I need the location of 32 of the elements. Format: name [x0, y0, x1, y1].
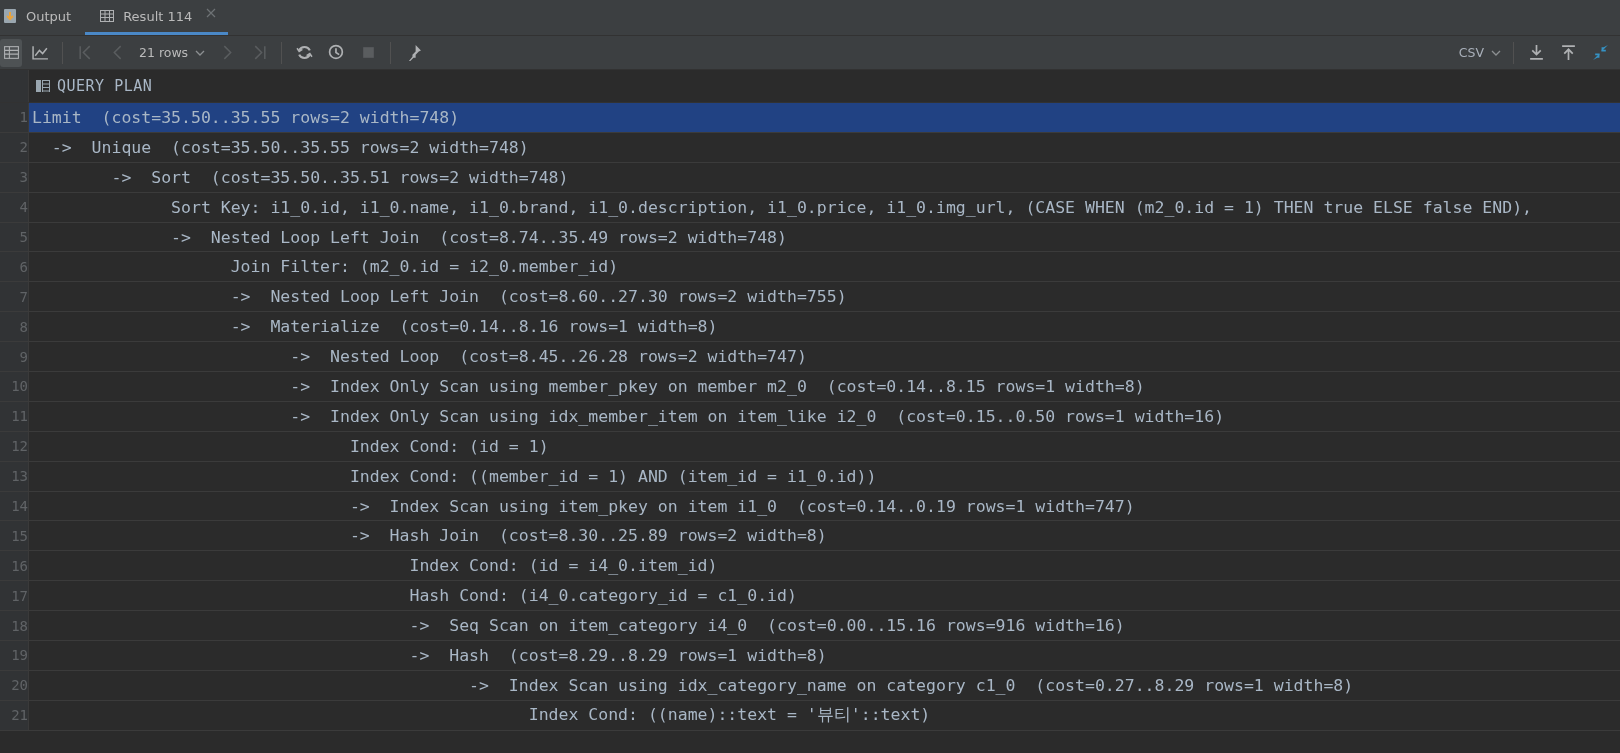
table-cell[interactable]: Sort Key: i1_0.id, i1_0.name, i1_0.brand, i1_0.description, i1_0.price, i1_0.img_url, (CASE WHEN (m2_0.id = 1) THEN true ELSE false END),	[29, 192, 1620, 222]
close-icon[interactable]	[206, 8, 217, 18]
table-cell[interactable]: Index Cond: (id = i4_0.item_id)	[29, 551, 1620, 581]
table-cell[interactable]: -> Unique (cost=35.50..35.55 rows=2 width=748)	[29, 132, 1620, 162]
table-cell[interactable]: -> Index Scan using idx_category_name on category c1_0 (cost=0.27..8.29 rows=1 width=8)	[29, 670, 1620, 700]
table-cell[interactable]: Index Cond: ((member_id = 1) AND (item_id = i1_0.id))	[29, 461, 1620, 491]
output-icon	[2, 8, 18, 24]
table-cell[interactable]: -> Hash (cost=8.29..8.29 rows=1 width=8)	[29, 641, 1620, 670]
table-cell[interactable]: Index Cond: (id = 1)	[29, 431, 1620, 461]
table-cell[interactable]: Limit (cost=35.50..35.55 rows=2 width=748)	[29, 103, 1620, 132]
table-cell[interactable]: -> Sort (cost=35.50..35.51 rows=2 width=748)	[29, 162, 1620, 192]
table-cell[interactable]: -> Seq Scan on item_category i4_0 (cost=0.00..15.16 rows=916 width=16)	[29, 611, 1620, 641]
table-icon	[99, 8, 116, 24]
table-cell[interactable]: -> Nested Loop Left Join (cost=8.60..27.30 rows=2 width=755)	[29, 282, 1620, 312]
table-cell[interactable]: Join Filter: (m2_0.id = i2_0.member_id)	[29, 252, 1620, 282]
caret-icon	[1491, 49, 1501, 56]
table-cell[interactable]: -> Nested Loop (cost=8.45..26.28 rows=2 width=747)	[29, 342, 1620, 371]
format-dropdown[interactable]: CSV	[1452, 40, 1507, 65]
table-cell[interactable]: -> Hash Join (cost=8.30..25.89 rows=2 width=8)	[29, 521, 1620, 551]
table-cell[interactable]: -> Nested Loop Left Join (cost=8.74..35.49 rows=2 width=748)	[29, 222, 1620, 252]
column-icon	[35, 78, 51, 94]
table-cell[interactable]: -> Index Scan using item_pkey on item i1_0 (cost=0.14..0.19 rows=1 width=747)	[29, 491, 1620, 521]
table-view-icon[interactable]	[0, 38, 22, 67]
rows-dropdown[interactable]: 21 rows	[133, 40, 212, 65]
result-tab[interactable]: Output	[0, 0, 86, 35]
caret-icon	[195, 49, 206, 56]
column-header[interactable]: QUERY PLAN	[29, 70, 1620, 102]
table-cell[interactable]: -> Index Only Scan using member_pkey on member m2_0 (cost=0.14..8.15 rows=1 width=8)	[29, 372, 1620, 401]
table-cell[interactable]: -> Index Only Scan using idx_member_item on item_like i2_0 (cost=0.15..0.50 rows=1 width=16)	[29, 401, 1620, 431]
table-cell[interactable]: Index Cond: ((name)::text = '뷰티'::text)	[29, 700, 1620, 730]
table-cell[interactable]: Hash Cond: (i4_0.category_id = c1_0.id)	[29, 581, 1620, 611]
table-cell[interactable]: -> Materialize (cost=0.14..8.16 rows=1 width=8)	[29, 312, 1620, 342]
